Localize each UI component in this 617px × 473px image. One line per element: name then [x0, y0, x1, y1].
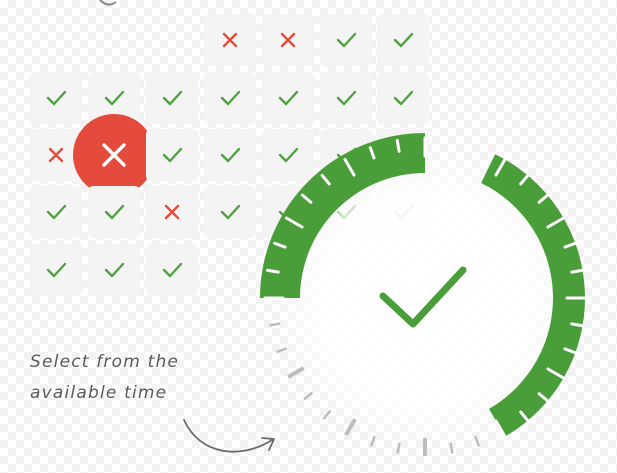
dial-tick: [570, 322, 585, 328]
curved-arrow: [183, 419, 273, 453]
slot-tile: [320, 14, 372, 66]
cross-in-circle-icon: [73, 114, 155, 196]
time-slot-available[interactable]: [204, 129, 256, 181]
slot-tile: [146, 244, 198, 296]
time-slot-available[interactable]: [146, 244, 198, 296]
slot-tile: [146, 72, 198, 124]
time-slot-available[interactable]: [30, 244, 82, 296]
time-slot-available[interactable]: [377, 72, 429, 124]
time-slot-available[interactable]: [30, 72, 82, 124]
caption-line-2: available time: [30, 383, 168, 403]
time-slot-available[interactable]: [320, 72, 372, 124]
dial-tick: [395, 138, 401, 153]
time-slot-available[interactable]: [30, 186, 82, 238]
time-slot-available[interactable]: [146, 72, 198, 124]
slot-tile: [30, 244, 82, 296]
time-slot-available[interactable]: [146, 129, 198, 181]
slot-tile: [88, 244, 140, 296]
slot-tile: [30, 186, 82, 238]
slot-tile: [146, 129, 198, 181]
time-slot-available[interactable]: [204, 186, 256, 238]
time-slot-available[interactable]: [204, 72, 256, 124]
partial-arrow-top: [99, 0, 117, 6]
slot-tile: [204, 129, 256, 181]
time-slot-available[interactable]: [88, 244, 140, 296]
time-slot-selected-unavailable[interactable]: [73, 114, 155, 196]
time-slot-available[interactable]: [262, 72, 314, 124]
dial-tick: [265, 268, 280, 274]
time-slot-available[interactable]: [320, 14, 372, 66]
dial-tick-faded: [303, 391, 314, 401]
slot-tile: [204, 72, 256, 124]
time-slot-available[interactable]: [377, 14, 429, 66]
availability-dial: [260, 133, 587, 456]
time-slot-available[interactable]: [262, 129, 314, 181]
slot-tile: [88, 186, 140, 238]
caption-line-1: Select from the: [30, 352, 180, 372]
slot-tile: [204, 186, 256, 238]
slot-tile: [262, 129, 314, 181]
time-slot-unavailable[interactable]: [204, 14, 256, 66]
dial-tick-faded: [322, 409, 332, 420]
slot-tile: [30, 72, 82, 124]
time-slot-available[interactable]: [88, 186, 140, 238]
time-slot-unavailable[interactable]: [146, 186, 198, 238]
slot-tile: [320, 72, 372, 124]
slot-tile: [377, 72, 429, 124]
slot-tile: [262, 72, 314, 124]
dial-tick: [570, 268, 585, 274]
slot-tile: [377, 14, 429, 66]
time-slot-unavailable[interactable]: [262, 14, 314, 66]
